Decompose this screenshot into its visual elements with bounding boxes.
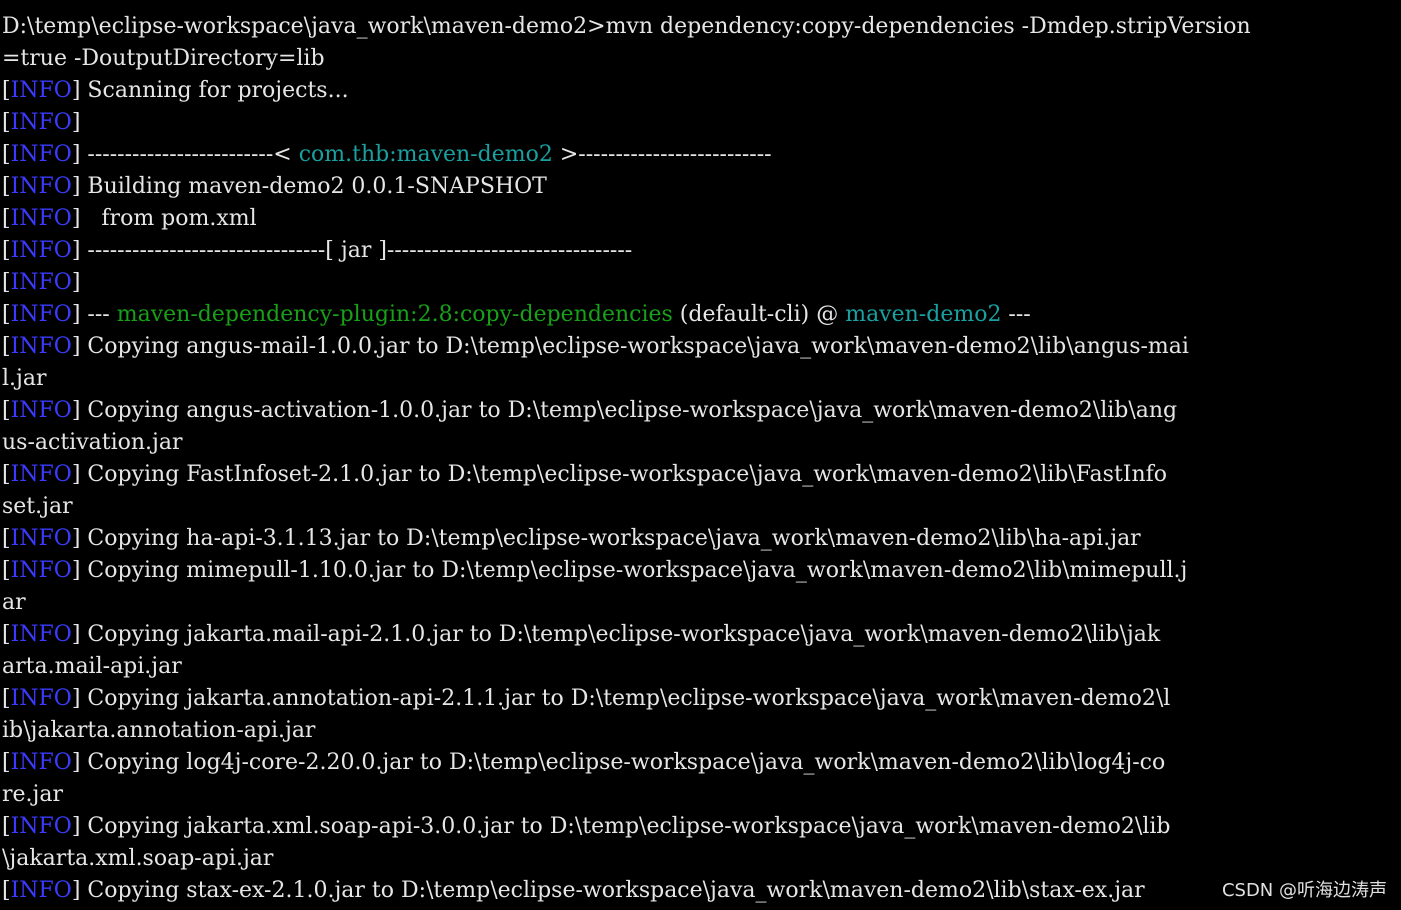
log-line-project: [INFO] -------------------------< com.th… <box>2 142 772 167</box>
log-text: Copying angus-mail-1.0.0.jar to D:\temp\… <box>80 334 1189 359</box>
info-tag: INFO <box>10 526 72 551</box>
log-line-wrap: l.jar <box>2 366 47 391</box>
log-text: Copying angus-activation-1.0.0.jar to D:… <box>80 398 1178 423</box>
info-tag: INFO <box>10 878 72 903</box>
info-tag: INFO <box>10 814 72 839</box>
plugin-goal: maven-dependency-plugin:2.8:copy-depende… <box>116 302 673 327</box>
log-line-copy: [INFO] Copying angus-activation-1.0.0.ja… <box>2 398 1178 423</box>
info-tag: INFO <box>10 750 72 775</box>
log-text: Scanning for projects... <box>80 78 349 103</box>
log-line-copy: [INFO] Copying jakarta.xml.soap-api-3.0.… <box>2 814 1171 839</box>
plugin-prefix: --- <box>80 302 117 327</box>
log-line-copy: [INFO] Copying mimepull-1.10.0.jar to D:… <box>2 558 1188 583</box>
log-line-copy: [INFO] Copying jakarta.mail-api-2.1.0.ja… <box>2 622 1161 647</box>
log-line-copy: [INFO] Copying jakarta.annotation-api-2.… <box>2 686 1171 711</box>
info-tag: INFO <box>10 110 72 135</box>
project-id: com.thb:maven-demo2 <box>298 142 553 167</box>
log-line-wrap: ib\jakarta.annotation-api.jar <box>2 718 316 743</box>
log-text: Copying stax-ex-2.1.0.jar to D:\temp\ecl… <box>80 878 1145 903</box>
info-tag: INFO <box>10 686 72 711</box>
log-line-copy: [INFO] Copying stax-ex-2.1.0.jar to D:\t… <box>2 878 1145 903</box>
log-line-packaging: [INFO] --------------------------------[… <box>2 238 633 263</box>
log-line-from-pom: [INFO] from pom.xml <box>2 206 257 231</box>
log-line-copy: [INFO] Copying ha-api-3.1.13.jar to D:\t… <box>2 526 1141 551</box>
log-text: Copying ha-api-3.1.13.jar to D:\temp\ecl… <box>80 526 1141 551</box>
log-text: from pom.xml <box>80 206 257 231</box>
info-tag: INFO <box>10 622 72 647</box>
log-text: Copying FastInfoset-2.1.0.jar to D:\temp… <box>80 462 1168 487</box>
command-line-wrap: =true -DoutputDirectory=lib <box>2 46 325 71</box>
info-tag: INFO <box>10 270 72 295</box>
info-tag: INFO <box>10 334 72 359</box>
plugin-project: maven-demo2 <box>845 302 1002 327</box>
info-tag: INFO <box>10 398 72 423</box>
log-line-scanning: [INFO] Scanning for projects... <box>2 78 349 103</box>
log-line-plugin: [INFO] --- maven-dependency-plugin:2.8:c… <box>2 302 1031 327</box>
info-tag: INFO <box>10 302 72 327</box>
log-text: Building maven-demo2 0.0.1-SNAPSHOT <box>80 174 547 199</box>
log-text: Copying jakarta.mail-api-2.1.0.jar to D:… <box>80 622 1161 647</box>
info-tag: INFO <box>10 206 72 231</box>
info-tag: INFO <box>10 174 72 199</box>
log-text: Copying mimepull-1.10.0.jar to D:\temp\e… <box>80 558 1188 583</box>
info-tag: INFO <box>10 142 72 167</box>
log-line-wrap: ar <box>2 590 26 615</box>
info-tag: INFO <box>10 238 72 263</box>
log-text: Copying log4j-core-2.20.0.jar to D:\temp… <box>80 750 1166 775</box>
log-line-wrap: \jakarta.xml.soap-api.jar <box>2 846 274 871</box>
rule-right: >-------------------------- <box>552 142 772 167</box>
log-line-copy: [INFO] Copying log4j-core-2.20.0.jar to … <box>2 750 1166 775</box>
log-text: Copying jakarta.xml.soap-api-3.0.0.jar t… <box>80 814 1171 839</box>
rule-left: -------------------------< <box>80 142 299 167</box>
log-text: Copying jakarta.annotation-api-2.1.1.jar… <box>80 686 1171 711</box>
log-line-empty: [INFO] <box>2 270 81 295</box>
log-line-wrap: re.jar <box>2 782 63 807</box>
info-tag: INFO <box>10 558 72 583</box>
plugin-middle: (default-cli) @ <box>672 302 846 327</box>
log-line-copy: [INFO] Copying FastInfoset-2.1.0.jar to … <box>2 462 1168 487</box>
log-line-wrap: arta.mail-api.jar <box>2 654 182 679</box>
log-line-wrap: set.jar <box>2 494 73 519</box>
terminal-window[interactable]: D:\temp\eclipse-workspace\java_work\mave… <box>0 0 1401 910</box>
log-line-empty: [INFO] <box>2 110 81 135</box>
log-text: --------------------------------[ jar ]-… <box>80 238 633 263</box>
command-line: D:\temp\eclipse-workspace\java_work\mave… <box>2 14 1251 39</box>
watermark: CSDN @听海边涛声 <box>1221 880 1387 901</box>
info-tag: INFO <box>10 462 72 487</box>
log-line-copy: [INFO] Copying angus-mail-1.0.0.jar to D… <box>2 334 1189 359</box>
plugin-suffix: --- <box>1001 302 1031 327</box>
log-line-building: [INFO] Building maven-demo2 0.0.1-SNAPSH… <box>2 174 547 199</box>
info-tag: INFO <box>10 78 72 103</box>
log-line-wrap: us-activation.jar <box>2 430 183 455</box>
